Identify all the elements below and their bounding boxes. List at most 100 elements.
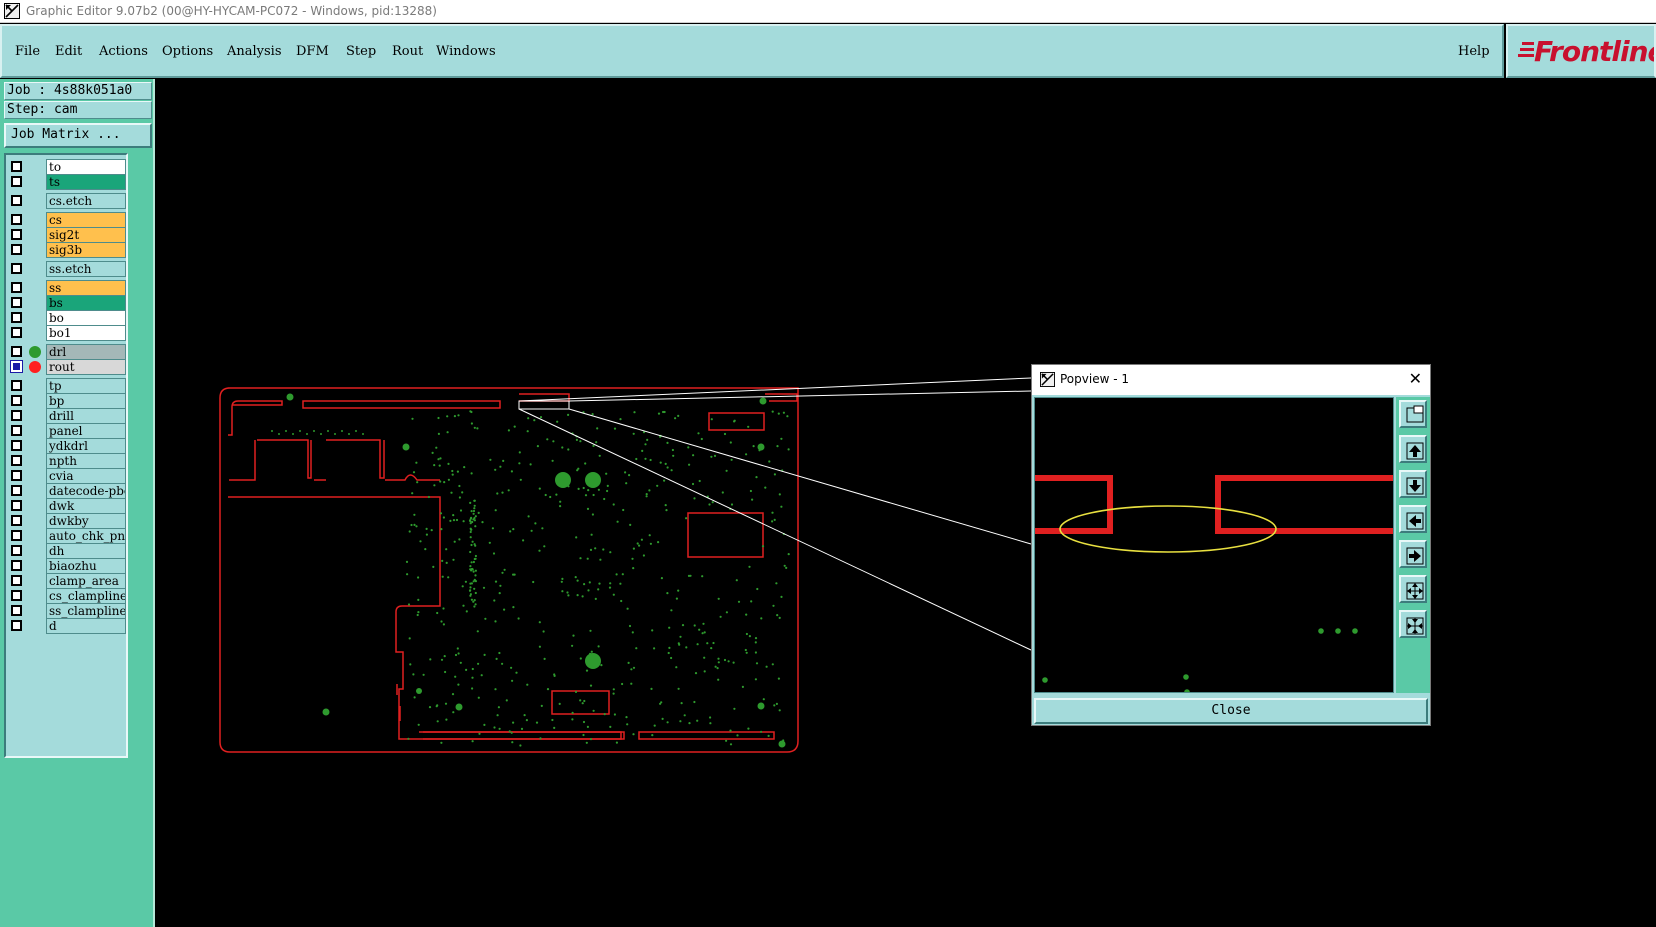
layer-checkbox[interactable] bbox=[11, 605, 22, 616]
layer-checkbox[interactable] bbox=[11, 282, 22, 293]
job-matrix-button[interactable]: Job Matrix ... bbox=[4, 123, 152, 148]
layer-checkbox[interactable] bbox=[11, 244, 22, 255]
layer-checkbox[interactable] bbox=[11, 545, 22, 556]
layer-checkbox[interactable] bbox=[11, 425, 22, 436]
layer-checkbox[interactable] bbox=[11, 470, 22, 481]
layer-row-ss-etch[interactable]: ss.etch bbox=[8, 261, 126, 277]
layer-checkbox[interactable] bbox=[11, 530, 22, 541]
layer-row-tp[interactable]: tp bbox=[8, 378, 126, 394]
layer-name[interactable]: cs_clampline bbox=[46, 588, 126, 604]
layer-name[interactable]: bs bbox=[46, 295, 126, 311]
layer-row-cvia[interactable]: cvia bbox=[8, 468, 126, 484]
menu-windows[interactable]: Windows bbox=[436, 44, 496, 59]
layer-name[interactable]: rout bbox=[46, 359, 126, 375]
layer-row-npth[interactable]: npth bbox=[8, 453, 126, 469]
layer-row-d[interactable]: d bbox=[8, 618, 126, 634]
layer-checkbox[interactable] bbox=[11, 297, 22, 308]
layer-row-ss[interactable]: ss bbox=[8, 280, 126, 296]
layer-row-ydkdrl[interactable]: ydkdrl bbox=[8, 438, 126, 454]
menu-step[interactable]: Step bbox=[346, 44, 376, 59]
layer-checkbox[interactable] bbox=[11, 327, 22, 338]
layer-row-rout[interactable]: rout bbox=[8, 359, 126, 375]
layer-row-cs[interactable]: cs bbox=[8, 212, 126, 228]
layer-row-panel[interactable]: panel bbox=[8, 423, 126, 439]
layer-name[interactable]: d bbox=[46, 618, 126, 634]
layer-name[interactable]: cs.etch bbox=[46, 193, 126, 209]
layer-row-bp[interactable]: bp bbox=[8, 393, 126, 409]
layer-checkbox[interactable] bbox=[11, 312, 22, 323]
layer-row-ts[interactable]: ts bbox=[8, 174, 126, 190]
pan-right-button[interactable] bbox=[1399, 540, 1427, 568]
layer-checkbox[interactable] bbox=[11, 560, 22, 571]
layer-name[interactable]: ss bbox=[46, 280, 126, 296]
layer-name[interactable]: dwk bbox=[46, 498, 126, 514]
layer-name[interactable]: ydkdrl bbox=[46, 438, 126, 454]
layer-row-sig3b[interactable]: sig3b bbox=[8, 242, 126, 258]
layer-row-drill[interactable]: drill bbox=[8, 408, 126, 424]
layer-checkbox[interactable] bbox=[11, 395, 22, 406]
popview-close-button[interactable]: Close bbox=[1034, 698, 1428, 724]
layer-row-ss-clampline[interactable]: ss_clampline bbox=[8, 603, 126, 619]
layer-checkbox[interactable] bbox=[11, 346, 22, 357]
layer-row-dwkby[interactable]: dwkby bbox=[8, 513, 126, 529]
layer-name[interactable]: bo bbox=[46, 310, 126, 326]
layer-name[interactable]: sig3b bbox=[46, 242, 126, 258]
menu-actions[interactable]: Actions bbox=[99, 44, 148, 59]
layer-checkbox[interactable] bbox=[10, 360, 23, 373]
layer-name[interactable]: cs bbox=[46, 212, 126, 228]
layer-checkbox[interactable] bbox=[11, 263, 22, 274]
zoom-in-button[interactable] bbox=[1399, 575, 1427, 603]
layer-checkbox[interactable] bbox=[11, 229, 22, 240]
layer-row-clamp-area[interactable]: clamp_area bbox=[8, 573, 126, 589]
layer-checkbox[interactable] bbox=[11, 620, 22, 631]
layer-row-cs-etch[interactable]: cs.etch bbox=[8, 193, 126, 209]
layer-checkbox[interactable] bbox=[11, 500, 22, 511]
layer-name[interactable]: bp bbox=[46, 393, 126, 409]
zoom-out-button[interactable] bbox=[1399, 610, 1427, 638]
menu-edit[interactable]: Edit bbox=[55, 44, 82, 59]
layer-name[interactable]: clamp_area bbox=[46, 573, 126, 589]
zoom-fit-button[interactable] bbox=[1399, 400, 1427, 428]
layer-name[interactable]: ss.etch bbox=[46, 261, 126, 277]
layer-checkbox[interactable] bbox=[11, 455, 22, 466]
layer-checkbox[interactable] bbox=[11, 410, 22, 421]
layer-checkbox[interactable] bbox=[11, 214, 22, 225]
layer-checkbox[interactable] bbox=[11, 176, 22, 187]
layer-name[interactable]: npth bbox=[46, 453, 126, 469]
layer-checkbox[interactable] bbox=[11, 575, 22, 586]
menu-file[interactable]: File bbox=[15, 44, 40, 59]
layer-name[interactable]: drill bbox=[46, 408, 126, 424]
layer-checkbox[interactable] bbox=[11, 485, 22, 496]
layer-row-drl[interactable]: drl bbox=[8, 344, 126, 360]
layer-row-biaozhu[interactable]: biaozhu bbox=[8, 558, 126, 574]
layer-row-dh[interactable]: dh bbox=[8, 543, 126, 559]
layer-name[interactable]: bo1 bbox=[46, 325, 126, 341]
layer-checkbox[interactable] bbox=[11, 590, 22, 601]
layer-name[interactable]: to bbox=[46, 159, 126, 175]
layer-name[interactable]: dwkby bbox=[46, 513, 126, 529]
pan-up-button[interactable] bbox=[1399, 435, 1427, 463]
layer-name[interactable]: drl bbox=[46, 344, 126, 360]
layer-name[interactable]: cvia bbox=[46, 468, 126, 484]
pan-left-button[interactable] bbox=[1399, 505, 1427, 533]
layer-row-auto-chk-pnl[interactable]: auto_chk_pnl bbox=[8, 528, 126, 544]
layer-name[interactable]: biaozhu bbox=[46, 558, 126, 574]
layer-row-to[interactable]: to bbox=[8, 159, 126, 175]
layer-name[interactable]: tp bbox=[46, 378, 126, 394]
layer-row-bo[interactable]: bo bbox=[8, 310, 126, 326]
close-icon[interactable]: ✕ bbox=[1409, 369, 1422, 388]
layer-checkbox[interactable] bbox=[11, 161, 22, 172]
layer-checkbox[interactable] bbox=[11, 380, 22, 391]
layer-name[interactable]: dh bbox=[46, 543, 126, 559]
layer-name[interactable]: auto_chk_pnl bbox=[46, 528, 126, 544]
layer-checkbox[interactable] bbox=[11, 440, 22, 451]
layer-row-sig2t[interactable]: sig2t bbox=[8, 227, 126, 243]
layer-name[interactable]: ts bbox=[46, 174, 126, 190]
layer-checkbox[interactable] bbox=[11, 515, 22, 526]
layer-row-dwk[interactable]: dwk bbox=[8, 498, 126, 514]
menu-dfm[interactable]: DFM bbox=[296, 44, 329, 59]
layer-name[interactable]: panel bbox=[46, 423, 126, 439]
layer-row-bs[interactable]: bs bbox=[8, 295, 126, 311]
menu-analysis[interactable]: Analysis bbox=[227, 44, 282, 59]
menu-help[interactable]: Help bbox=[1458, 44, 1490, 59]
